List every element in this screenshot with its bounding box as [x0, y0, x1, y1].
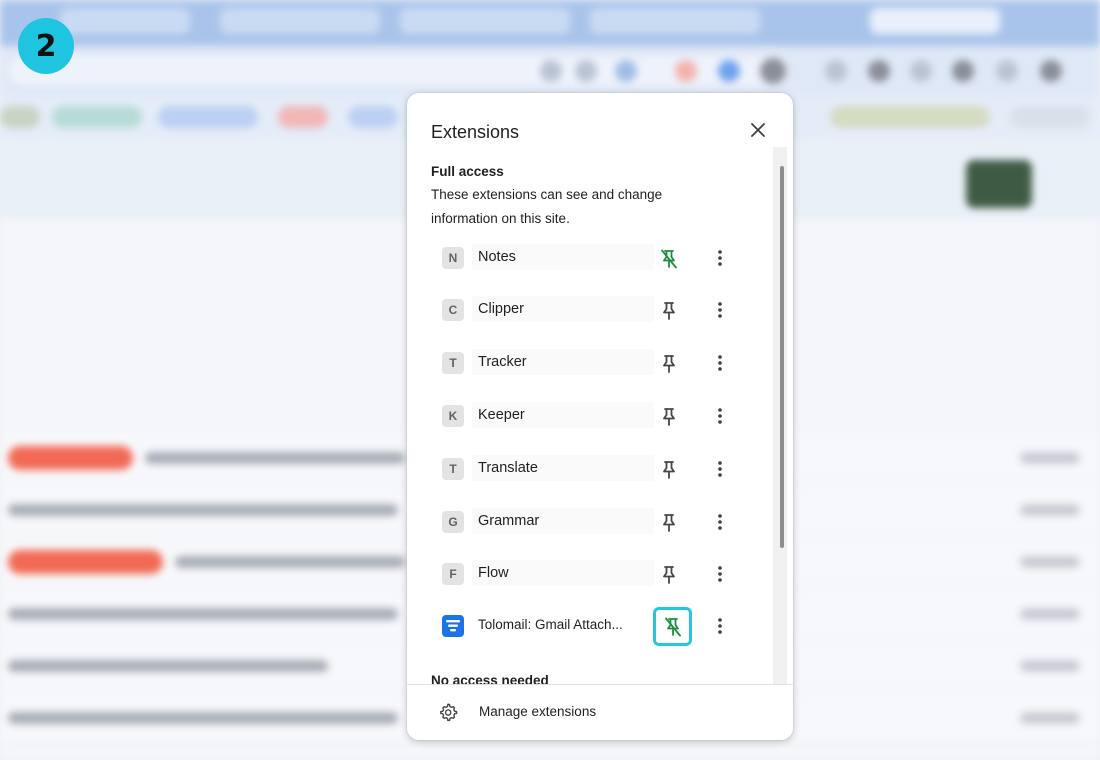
more-options-button[interactable] [706, 349, 734, 377]
pin-button[interactable] [654, 455, 684, 485]
extension-name[interactable]: Keeper [472, 402, 654, 428]
toolbar-icon [952, 60, 974, 82]
extension-letter-icon: T [442, 352, 464, 374]
browser-tab [590, 8, 760, 34]
toolbar-icon [910, 60, 932, 82]
popup-footer: Manage extensions [407, 684, 793, 740]
toolbar-icon [615, 60, 637, 82]
avatar [966, 160, 1032, 208]
extension-name[interactable]: Flow [472, 560, 654, 586]
extension-row: F Flow [438, 558, 758, 592]
pin-button[interactable] [654, 508, 684, 538]
more-vert-icon [718, 566, 722, 582]
step-number-badge: 2 [18, 18, 74, 74]
extensions-popup: Extensions Full access These extensions … [407, 93, 793, 740]
extension-name[interactable]: Translate [472, 455, 654, 481]
bookmark [278, 106, 328, 128]
pin-icon [663, 355, 675, 373]
more-options-button[interactable] [706, 296, 734, 324]
more-vert-icon [718, 408, 722, 424]
toolbar-icon [1040, 60, 1062, 82]
extension-row: N Notes [438, 242, 758, 276]
extension-name[interactable]: Clipper [472, 296, 654, 322]
extensions-list-area: Full access These extensions can see and… [407, 157, 793, 684]
manage-extensions-button[interactable]: Manage extensions [407, 685, 793, 740]
toolbar-icon [825, 60, 847, 82]
extension-name[interactable]: Tracker [472, 349, 654, 375]
toolbar-icon [575, 60, 597, 82]
pinned-icon [661, 249, 677, 269]
more-options-button[interactable] [706, 508, 734, 536]
unpin-button[interactable] [654, 244, 684, 274]
gear-icon [440, 703, 458, 722]
extension-row: T Tracker [438, 347, 758, 381]
toolbar-icon [718, 60, 740, 82]
more-options-button[interactable] [706, 244, 734, 272]
more-vert-icon [718, 461, 722, 477]
browser-tab [400, 8, 570, 34]
browser-tab [60, 8, 190, 34]
toolbar-icon [540, 60, 562, 82]
bookmark [158, 106, 258, 128]
browser-toolbar [0, 46, 1100, 96]
extension-name[interactable]: Tolomail: Gmail Attach... [472, 612, 654, 638]
extension-letter-icon: F [442, 563, 464, 585]
tab-strip [0, 0, 1100, 46]
more-vert-icon [718, 302, 722, 318]
extension-row: C Clipper [438, 294, 758, 328]
bookmark [0, 106, 40, 128]
browser-tab [870, 8, 1000, 34]
pin-button[interactable] [654, 296, 684, 326]
more-options-button[interactable] [706, 455, 734, 483]
toolbar-icon [675, 60, 697, 82]
more-vert-icon [718, 618, 722, 634]
extension-name[interactable]: Grammar [472, 508, 654, 534]
extension-letter-icon: T [442, 458, 464, 480]
extension-row: G Grammar [438, 506, 758, 540]
bookmark [1010, 106, 1090, 128]
extension-letter-icon: K [442, 405, 464, 427]
pin-button[interactable] [654, 402, 684, 432]
full-access-description: These extensions can see and change info… [431, 187, 663, 226]
toolbar-icon [868, 60, 890, 82]
extension-letter-icon: N [442, 247, 464, 269]
full-access-heading: Full access [431, 164, 504, 179]
more-vert-icon [718, 514, 722, 530]
bookmark [830, 106, 990, 128]
bookmark [348, 106, 398, 128]
unpin-button[interactable] [653, 607, 692, 646]
more-options-button[interactable] [706, 402, 734, 430]
pin-icon [663, 566, 675, 584]
manage-extensions-label: Manage extensions [479, 704, 597, 719]
toolbar-icon [760, 58, 786, 84]
pin-icon [663, 461, 675, 479]
more-options-button[interactable] [706, 612, 734, 640]
pin-icon [663, 302, 675, 320]
pin-icon [663, 514, 675, 532]
extension-row: T Translate [438, 453, 758, 487]
pin-icon [663, 408, 675, 426]
popup-title: Extensions [431, 122, 520, 142]
extension-row: Tolomail: Gmail Attach... [438, 607, 758, 646]
address-bar [8, 56, 788, 86]
browser-tab [220, 8, 380, 34]
pinned-icon [664, 617, 681, 636]
toolbar-icon [996, 60, 1018, 82]
pin-button[interactable] [654, 349, 684, 379]
no-access-heading: No access needed [431, 673, 549, 684]
more-vert-icon [718, 250, 722, 266]
more-options-button[interactable] [706, 560, 734, 588]
tolomail-logo-icon [442, 615, 464, 637]
more-vert-icon [718, 355, 722, 371]
bookmark [52, 106, 142, 128]
extension-row: K Keeper [438, 400, 758, 434]
extension-letter-icon: C [442, 299, 464, 321]
pin-button[interactable] [654, 560, 684, 590]
extension-letter-icon: G [442, 511, 464, 533]
close-button[interactable] [745, 117, 771, 143]
close-icon [751, 123, 765, 137]
extension-name[interactable]: Notes [472, 244, 654, 270]
